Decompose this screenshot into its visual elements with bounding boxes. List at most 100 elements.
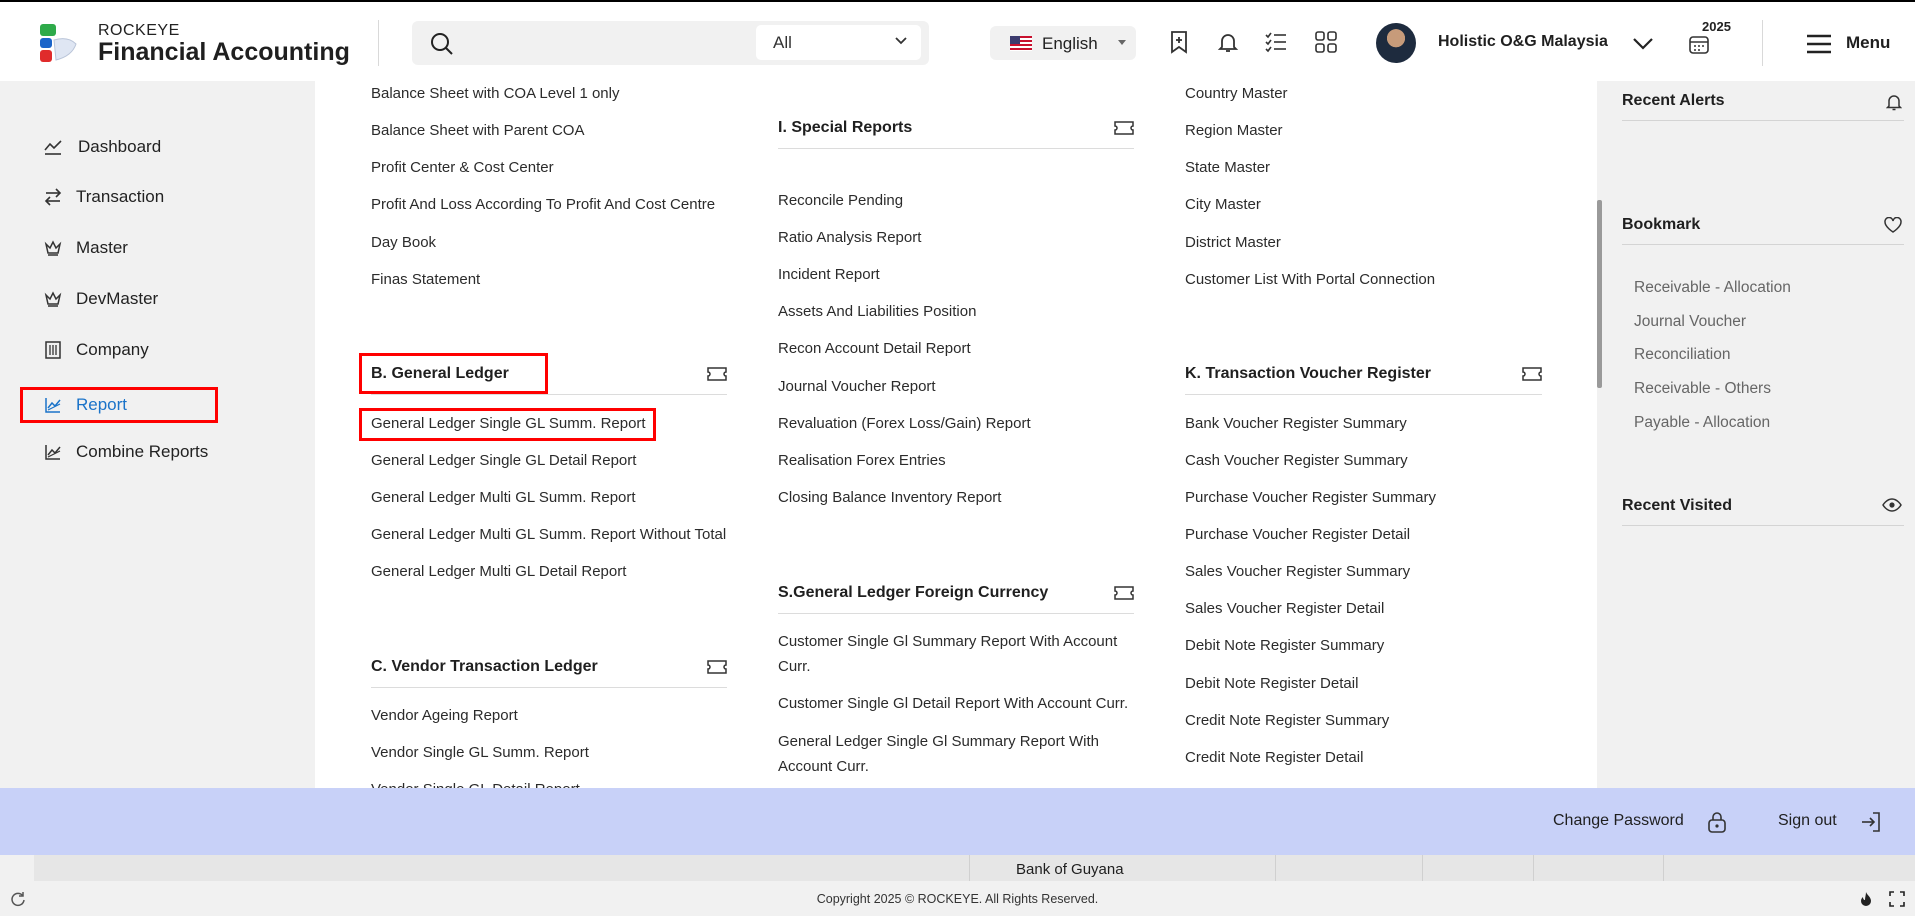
sidebar-item-label: Company: [76, 340, 149, 359]
recent-visited-header: Recent Visited: [1622, 486, 1904, 526]
us-flag-icon: [1010, 36, 1032, 51]
account-action-bar: Change Password Sign out: [0, 788, 1915, 855]
calendar-icon: [1689, 36, 1709, 54]
bookmark-item[interactable]: Receivable - Allocation: [1634, 279, 1791, 297]
report-column-1: Balance Sheet with COA Level 1 only Bala…: [359, 81, 741, 788]
report-link[interactable]: Credit Note Register Summary: [1185, 708, 1389, 733]
apps-grid-icon[interactable]: [1314, 30, 1338, 54]
user-avatar[interactable]: [1376, 23, 1416, 63]
ticket-icon[interactable]: [707, 367, 727, 381]
report-link[interactable]: Closing Balance Inventory Report: [778, 485, 1001, 510]
sidebar-item-master[interactable]: Master: [20, 230, 218, 266]
report-link[interactable]: Vendor Ageing Report: [371, 703, 518, 728]
report-link[interactable]: Profit And Loss According To Profit And …: [371, 192, 715, 217]
eye-icon[interactable]: [1882, 498, 1902, 512]
bell-icon[interactable]: [1886, 93, 1902, 111]
section-title: Recent Alerts: [1622, 92, 1725, 109]
flame-icon[interactable]: [1859, 891, 1873, 908]
report-link[interactable]: District Master: [1185, 230, 1281, 255]
bookmark-item[interactable]: Reconciliation: [1634, 346, 1731, 364]
sidebar-item-report[interactable]: Report: [20, 387, 218, 423]
report-link[interactable]: Balance Sheet with Parent COA: [371, 118, 584, 143]
report-link[interactable]: Assets And Liabilities Position: [778, 299, 976, 324]
sign-out-link[interactable]: Sign out: [1778, 812, 1837, 830]
ticket-icon[interactable]: [707, 660, 727, 674]
chevron-down-icon[interactable]: [1632, 32, 1654, 54]
heart-icon[interactable]: [1884, 217, 1902, 233]
report-link[interactable]: Debit Note Register Detail: [1185, 671, 1358, 696]
sidebar-item-company[interactable]: Company: [20, 332, 218, 368]
language-selector[interactable]: English: [990, 26, 1136, 60]
report-link[interactable]: Sales Voucher Register Summary: [1185, 559, 1410, 584]
report-link[interactable]: Purchase Voucher Register Summary: [1185, 485, 1436, 510]
report-link[interactable]: Customer Single Gl Detail Report With Ac…: [778, 691, 1128, 716]
bookmark-item[interactable]: Receivable - Others: [1634, 380, 1771, 398]
search-input[interactable]: [468, 31, 648, 55]
rockeye-logo-icon: [40, 24, 77, 62]
ticket-icon[interactable]: [1522, 367, 1542, 381]
sidebar-item-label: Combine Reports: [76, 442, 209, 461]
year-badge: 2025: [1702, 19, 1731, 34]
table-cell-divider: [1533, 855, 1534, 881]
report-link[interactable]: Customer List With Portal Connection: [1185, 267, 1435, 292]
sidebar-item-dashboard[interactable]: Dashboard: [20, 129, 218, 165]
report-link[interactable]: Sales Voucher Register Detail: [1185, 596, 1384, 621]
search-scope-select[interactable]: All: [756, 25, 921, 60]
ticket-icon[interactable]: [1114, 586, 1134, 600]
report-link[interactable]: Finas Statement: [371, 267, 480, 292]
report-link[interactable]: Vendor Single GL Summ. Report: [371, 740, 589, 765]
company-name[interactable]: Holistic O&G Malaysia: [1438, 33, 1608, 51]
bookmark-item[interactable]: Journal Voucher: [1634, 313, 1746, 331]
sidebar-item-devmaster[interactable]: DevMaster: [20, 281, 218, 317]
report-menu-panel: Balance Sheet with COA Level 1 only Bala…: [315, 81, 1597, 788]
report-link[interactable]: General Ledger Multi GL Summ. Report: [371, 485, 636, 510]
report-link[interactable]: General Ledger Multi GL Summ. Report Wit…: [371, 522, 726, 547]
change-password-link[interactable]: Change Password: [1553, 812, 1684, 830]
report-link[interactable]: General Ledger Single Gl Summary Report …: [778, 729, 1138, 779]
menu-label: Menu: [1846, 33, 1891, 52]
sidebar-item-label: DevMaster: [76, 289, 159, 308]
header-divider: [1762, 20, 1763, 66]
arrows-exchange-icon: [44, 188, 62, 206]
bookmark-item[interactable]: Payable - Allocation: [1634, 414, 1770, 432]
report-link[interactable]: Purchase Voucher Register Detail: [1185, 522, 1410, 547]
checklist-icon[interactable]: [1264, 30, 1288, 54]
bookmark-add-icon[interactable]: [1167, 30, 1191, 54]
report-link[interactable]: Region Master: [1185, 118, 1283, 143]
report-chart-icon: [45, 445, 61, 460]
bell-icon[interactable]: [1216, 30, 1240, 54]
financial-year-selector[interactable]: 2025: [1688, 19, 1731, 59]
bookmark-header: Bookmark: [1622, 205, 1904, 245]
report-link[interactable]: Revaluation (Forex Loss/Gain) Report: [778, 411, 1031, 436]
report-link[interactable]: City Master: [1185, 192, 1261, 217]
report-link[interactable]: State Master: [1185, 155, 1270, 180]
sidebar-item-combine-reports[interactable]: Combine Reports: [20, 434, 218, 470]
sidebar-item-transaction[interactable]: Transaction: [20, 179, 218, 215]
ticket-icon[interactable]: [1114, 121, 1134, 135]
search-icon[interactable]: [430, 32, 454, 56]
report-link[interactable]: Recon Account Detail Report: [778, 336, 971, 361]
report-link[interactable]: Realisation Forex Entries: [778, 448, 946, 473]
report-link[interactable]: Debit Note Register Summary: [1185, 633, 1384, 658]
report-link[interactable]: Ratio Analysis Report: [778, 225, 921, 250]
language-label: English: [1042, 34, 1098, 53]
sign-out-icon[interactable]: [1860, 811, 1882, 833]
lock-icon[interactable]: [1707, 811, 1727, 833]
report-link[interactable]: Cash Voucher Register Summary: [1185, 448, 1408, 473]
report-link[interactable]: Country Master: [1185, 81, 1288, 106]
fullscreen-icon[interactable]: [1889, 891, 1905, 907]
report-link[interactable]: Vendor Single GL Detail Report: [371, 777, 580, 788]
footer: Copyright 2025 © ROCKEYE. All Rights Res…: [0, 881, 1915, 916]
report-link[interactable]: Day Book: [371, 230, 436, 255]
report-link[interactable]: Balance Sheet with COA Level 1 only: [371, 81, 619, 106]
report-link[interactable]: General Ledger Single GL Detail Report: [371, 448, 636, 473]
report-link[interactable]: Incident Report: [778, 262, 880, 287]
table-cell: Bank of Guyana: [1016, 861, 1124, 878]
report-link[interactable]: Credit Note Register Detail: [1185, 745, 1363, 770]
report-link[interactable]: Reconcile Pending: [778, 188, 903, 213]
report-link[interactable]: Bank Voucher Register Summary: [1185, 411, 1407, 436]
report-link[interactable]: Profit Center & Cost Center: [371, 155, 554, 180]
report-link[interactable]: General Ledger Multi GL Detail Report: [371, 559, 626, 584]
report-link[interactable]: Customer Single Gl Summary Report With A…: [778, 629, 1138, 679]
report-link[interactable]: Journal Voucher Report: [778, 374, 936, 399]
